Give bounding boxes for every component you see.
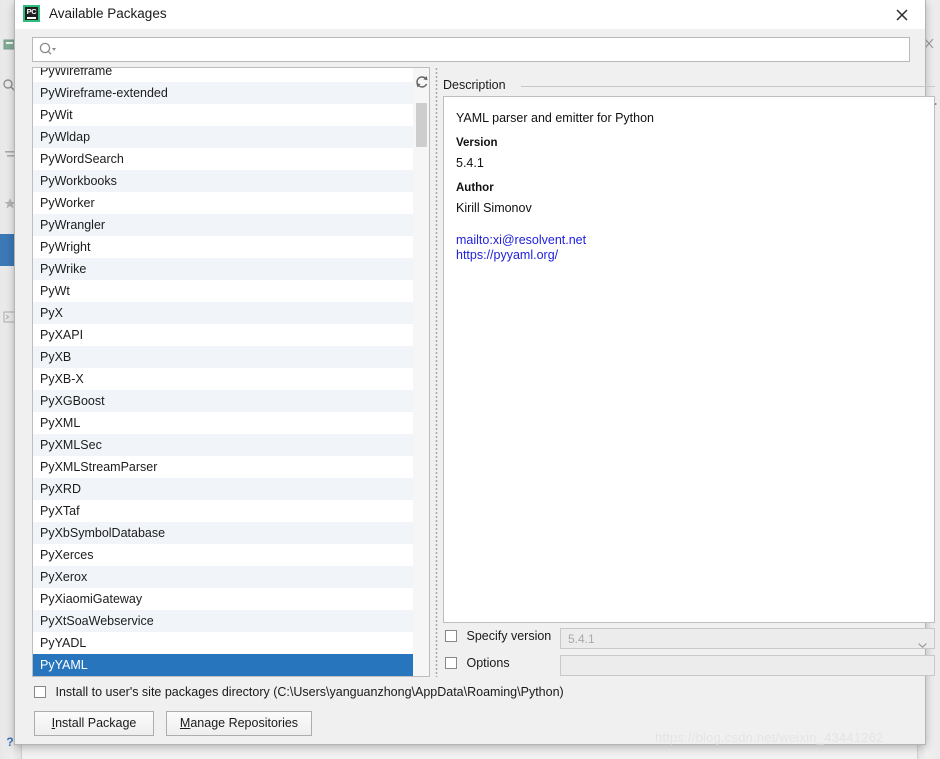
- mailto-link[interactable]: mailto:xi@resolvent.net: [456, 233, 922, 248]
- package-list-item[interactable]: PyXML: [33, 412, 413, 434]
- package-list-item[interactable]: PyX: [33, 302, 413, 324]
- search-row: [32, 37, 910, 62]
- package-list-item[interactable]: PyYAML: [33, 654, 413, 676]
- package-list-item[interactable]: PyWit: [33, 104, 413, 126]
- description-group-label: Description: [443, 78, 512, 92]
- package-list-item[interactable]: PyXerces: [33, 544, 413, 566]
- panel-splitter[interactable]: [432, 67, 440, 677]
- install-button-label: nstall Package: [55, 716, 137, 730]
- manage-button-mnemonic: M: [179, 716, 191, 730]
- homepage-link[interactable]: https://pyyaml.org/: [456, 248, 922, 263]
- package-list-item[interactable]: PyWireframe: [33, 68, 413, 82]
- dialog-title: Available Packages: [49, 6, 167, 21]
- package-list-item[interactable]: PyXTaf: [33, 500, 413, 522]
- package-list-item[interactable]: PyXMLSec: [33, 434, 413, 456]
- install-user-dir-checkbox[interactable]: [34, 685, 46, 698]
- pycharm-icon: PC: [23, 5, 40, 22]
- description-links: mailto:xi@resolvent.net https://pyyaml.o…: [456, 233, 922, 263]
- package-list-item[interactable]: PyYADL: [33, 632, 413, 654]
- install-user-dir-row[interactable]: Install to user's site packages director…: [34, 684, 564, 702]
- description-separator: [521, 86, 935, 87]
- install-package-button[interactable]: Install Package: [34, 711, 154, 736]
- options-label: Options: [466, 655, 510, 670]
- options-checkbox[interactable]: [445, 656, 457, 669]
- package-list-item[interactable]: PyWright: [33, 236, 413, 258]
- options-input[interactable]: [560, 655, 935, 676]
- package-list-item[interactable]: PyWireframe-extended: [33, 82, 413, 104]
- description-content: YAML parser and emitter for Python Versi…: [443, 96, 935, 623]
- version-value: 5.4.1: [456, 156, 484, 170]
- package-list-body: PyWireframe PyWireframe-extended PyWit PyWl…: [33, 68, 413, 676]
- scrollbar-thumb[interactable]: [416, 103, 427, 147]
- available-packages-dialog: PC Available Packages PyWireframe PyWiref…: [14, 0, 935, 745]
- author-value: Kirill Simonov: [456, 201, 532, 215]
- refresh-icon[interactable]: [413, 72, 431, 92]
- manage-repositories-button[interactable]: Manage Repositories: [166, 711, 312, 736]
- package-list-item[interactable]: PyWordSearch: [33, 148, 413, 170]
- package-list-item[interactable]: PyWrangler: [33, 214, 413, 236]
- package-list-item[interactable]: PyXRD: [33, 478, 413, 500]
- package-list-item[interactable]: PyWldap: [33, 126, 413, 148]
- package-list-item[interactable]: PyXGBoost: [33, 390, 413, 412]
- specify-version-label: Specify version: [466, 628, 552, 643]
- author-label: Author: [456, 182, 494, 194]
- package-summary: YAML parser and emitter for Python: [456, 111, 655, 125]
- package-list-item[interactable]: PyXAPI: [33, 324, 413, 346]
- package-list-item[interactable]: PyWorkbooks: [33, 170, 413, 192]
- version-label: Version: [456, 137, 498, 149]
- package-list-item[interactable]: PyXB-X: [33, 368, 413, 390]
- package-list-item[interactable]: PyXerox: [33, 566, 413, 588]
- package-list-item[interactable]: PyXbSymbolDatabase: [33, 522, 413, 544]
- install-user-dir-label: Install to user's site packages director…: [55, 684, 564, 699]
- package-list-item[interactable]: PyXtSoaWebservice: [33, 610, 413, 632]
- package-list-item[interactable]: PyWt: [33, 280, 413, 302]
- package-list-item[interactable]: PyXB: [33, 346, 413, 368]
- specify-version-checkbox[interactable]: [445, 629, 457, 642]
- options-row: Options: [445, 655, 935, 677]
- package-list[interactable]: PyWireframe PyWireframe-extended PyWit PyWl…: [32, 67, 413, 677]
- dialog-titlebar: PC Available Packages: [15, 0, 925, 29]
- package-list-item[interactable]: PyWrike: [33, 258, 413, 280]
- package-list-item[interactable]: PyWorker: [33, 192, 413, 214]
- close-icon[interactable]: [893, 6, 911, 24]
- chevron-down-icon: [918, 637, 927, 649]
- search-input[interactable]: [32, 37, 910, 62]
- manage-button-label: anage Repositories: [190, 716, 299, 730]
- package-list-item[interactable]: PyXiaomiGateway: [33, 588, 413, 610]
- sidebar-selected-indicator[interactable]: [0, 234, 15, 266]
- specify-version-dropdown[interactable]: 5.4.1: [560, 628, 935, 649]
- splitter-grip: [434, 67, 438, 677]
- specify-version-row: Specify version 5.4.1: [445, 628, 935, 650]
- package-list-scrollbar[interactable]: [413, 67, 430, 677]
- description-group: Description YAML parser and emitter for …: [443, 78, 935, 623]
- package-list-item[interactable]: PyXMLStreamParser: [33, 456, 413, 478]
- specify-version-value: 5.4.1: [568, 632, 595, 646]
